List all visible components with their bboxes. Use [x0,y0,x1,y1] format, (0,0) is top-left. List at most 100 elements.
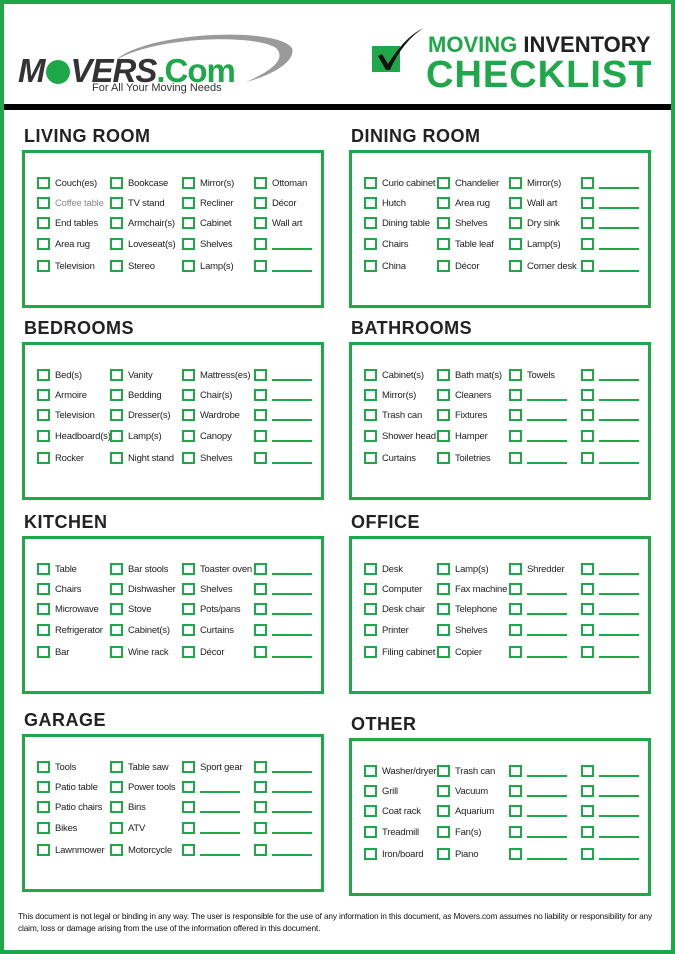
checkbox[interactable] [254,389,267,401]
checkbox[interactable] [37,563,50,575]
checklist-item[interactable]: Lamp(s) [110,428,162,444]
checkbox[interactable] [110,452,123,464]
checklist-item[interactable] [581,195,639,211]
checklist-item[interactable] [581,601,639,617]
checkbox[interactable] [437,785,450,797]
checklist-item[interactable]: Fixtures [437,407,487,423]
checklist-item[interactable]: Shelves [182,236,233,252]
checklist-item[interactable]: Bikes [37,820,77,836]
checklist-item[interactable]: Telephone [437,601,497,617]
blank-write-in-line[interactable] [527,655,567,658]
checkbox[interactable] [37,430,50,442]
checkbox[interactable] [364,563,377,575]
checkbox[interactable] [509,848,522,860]
blank-write-in-line[interactable] [599,774,639,777]
checkbox[interactable] [37,801,50,813]
checklist-item[interactable]: China [364,258,406,274]
checklist-item[interactable]: Area rug [437,195,490,211]
checklist-item[interactable]: Dry sink [509,215,560,231]
checklist-item[interactable]: Dining table [364,215,430,231]
checklist-item[interactable] [254,759,312,775]
blank-write-in-line[interactable] [272,770,312,773]
checkbox[interactable] [364,624,377,636]
checklist-item[interactable]: Printer [364,622,409,638]
checkbox[interactable] [254,646,267,658]
checklist-item[interactable]: Trash can [364,407,422,423]
checklist-item[interactable]: Area rug [37,236,90,252]
checklist-item[interactable] [581,450,639,466]
checkbox[interactable] [581,785,594,797]
checkbox[interactable] [254,177,267,189]
blank-write-in-line[interactable] [200,831,240,834]
checklist-item[interactable] [581,236,639,252]
checklist-item[interactable] [254,428,312,444]
blank-write-in-line[interactable] [599,572,639,575]
checklist-item[interactable]: Chair(s) [182,387,232,403]
checklist-item[interactable]: Ottoman [254,175,307,191]
checkbox[interactable] [37,217,50,229]
checklist-item[interactable]: Microwave [37,601,99,617]
checklist-item[interactable] [254,644,312,660]
checklist-item[interactable]: Mirror(s) [364,387,416,403]
blank-write-in-line[interactable] [272,269,312,272]
checkbox[interactable] [364,583,377,595]
checklist-item[interactable]: Stereo [110,258,155,274]
checklist-item[interactable] [581,407,639,423]
checklist-item[interactable]: Curio cabinet [364,175,436,191]
checkbox[interactable] [37,369,50,381]
checklist-item[interactable] [254,258,312,274]
checklist-item[interactable]: Coat rack [364,803,421,819]
checklist-item[interactable]: Toaster oven [182,561,252,577]
checkbox[interactable] [364,389,377,401]
checklist-item[interactable] [581,803,639,819]
checkbox[interactable] [110,177,123,189]
checkbox[interactable] [110,197,123,209]
checkbox[interactable] [254,583,267,595]
checkbox[interactable] [182,430,195,442]
checkbox[interactable] [437,848,450,860]
blank-write-in-line[interactable] [527,418,567,421]
checkbox[interactable] [437,563,450,575]
blank-write-in-line[interactable] [527,612,567,615]
checklist-item[interactable]: Cabinet(s) [110,622,170,638]
checklist-item[interactable]: Bar [37,644,69,660]
blank-write-in-line[interactable] [599,378,639,381]
checkbox[interactable] [182,603,195,615]
checkbox[interactable] [254,761,267,773]
checklist-item[interactable]: Fax machine [437,581,507,597]
checkbox[interactable] [254,452,267,464]
checkbox[interactable] [37,603,50,615]
checklist-item[interactable] [509,763,567,779]
checklist-item[interactable]: Pots/pans [182,601,241,617]
checkbox[interactable] [254,801,267,813]
checklist-item[interactable] [254,799,312,815]
checkbox[interactable] [110,781,123,793]
checkbox[interactable] [581,452,594,464]
checklist-item[interactable]: Wall art [509,195,557,211]
checklist-item[interactable]: Tools [37,759,76,775]
blank-write-in-line[interactable] [527,835,567,838]
checklist-item[interactable]: Hamper [437,428,488,444]
checkbox[interactable] [37,781,50,793]
checkbox[interactable] [437,805,450,817]
checklist-item[interactable]: Couch(es) [37,175,97,191]
checkbox[interactable] [182,389,195,401]
blank-write-in-line[interactable] [527,439,567,442]
blank-write-in-line[interactable] [272,398,312,401]
checkbox[interactable] [364,848,377,860]
checklist-item[interactable]: Décor [254,195,297,211]
checklist-item[interactable] [254,561,312,577]
checklist-item[interactable]: Armoire [37,387,87,403]
blank-write-in-line[interactable] [527,774,567,777]
checkbox[interactable] [437,430,450,442]
checkbox[interactable] [254,781,267,793]
checkbox[interactable] [437,409,450,421]
blank-write-in-line[interactable] [272,853,312,856]
checklist-item[interactable]: Lamp(s) [509,236,561,252]
checklist-item[interactable]: Table saw [110,759,169,775]
checkbox[interactable] [254,238,267,250]
checklist-item[interactable]: Treadmill [364,824,419,840]
checkbox[interactable] [509,369,522,381]
checkbox[interactable] [581,624,594,636]
checklist-item[interactable]: Bedding [110,387,162,403]
